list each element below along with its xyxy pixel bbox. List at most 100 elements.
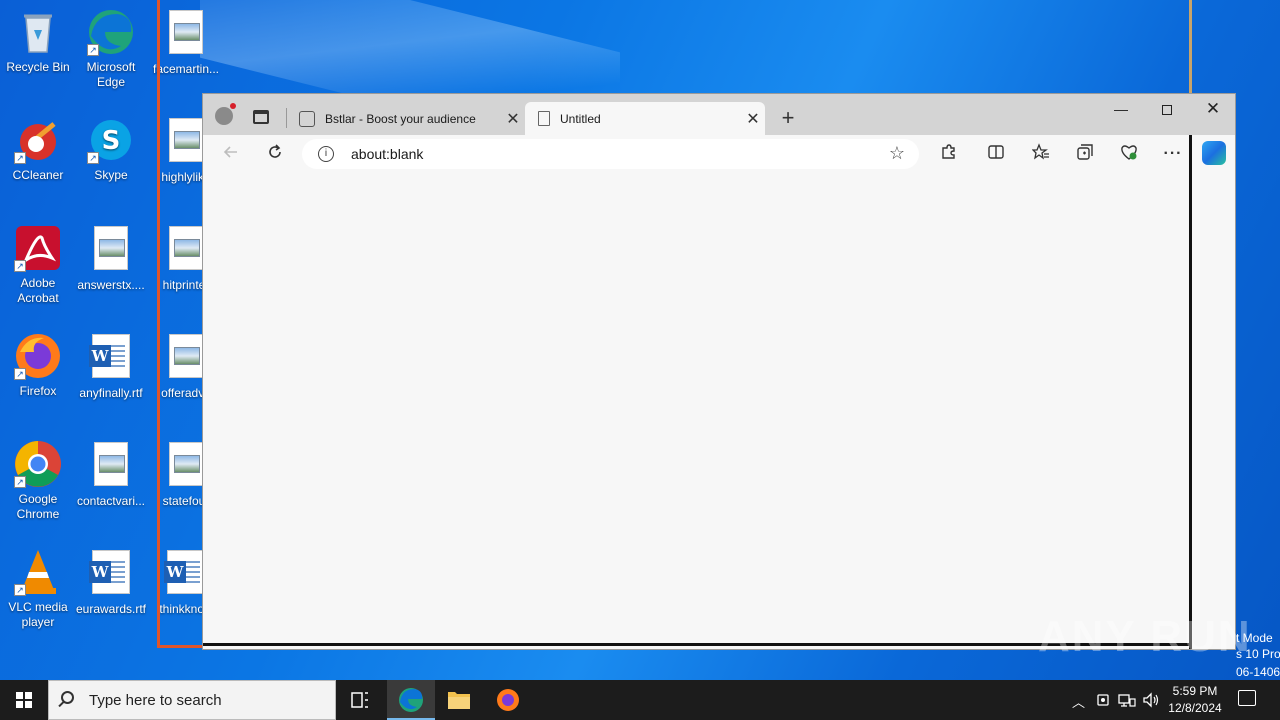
show-hidden-icons-chevron-icon[interactable]: ︿	[1072, 692, 1085, 711]
sidebar-pane	[1189, 135, 1235, 649]
maximize-button[interactable]	[1144, 94, 1190, 126]
clock-date: 12/8/2024	[1168, 701, 1222, 715]
desktop-icon-ccleaner[interactable]: ↗ CCleaner	[0, 116, 76, 183]
shortcut-arrow-icon: ↗	[14, 152, 26, 164]
svg-text:S: S	[102, 126, 121, 156]
shortcut-arrow-icon: ↗	[14, 584, 26, 596]
tab-title: Untitled	[560, 111, 601, 126]
ccleaner-icon: ↗	[14, 116, 62, 164]
edge-browser-window[interactable]: Bstlar - Boost your audience ✕ Untitled …	[202, 93, 1236, 650]
desktop-icon-label: answerstx....	[77, 278, 145, 292]
shortcut-arrow-icon: ↗	[87, 44, 99, 56]
copilot-icon[interactable]	[1202, 141, 1226, 165]
tab-bar: Bstlar - Boost your audience ✕ Untitled …	[203, 94, 1235, 135]
chat-favicon-icon	[299, 110, 315, 127]
taskbar-clock[interactable]: 5:59 PM 12/8/2024	[1162, 683, 1228, 717]
minimize-button[interactable]: —	[1098, 94, 1144, 126]
shortcut-arrow-icon: ↗	[14, 260, 26, 272]
navigation-toolbar: i about:blank ☆ ···	[203, 135, 1235, 173]
image-file-icon	[87, 226, 135, 274]
more-icon[interactable]: ···	[1161, 143, 1185, 165]
page-content-blank[interactable]	[203, 173, 1189, 643]
extensions-icon[interactable]	[936, 143, 960, 165]
tab-title: Bstlar - Boost your audience	[325, 111, 476, 126]
tab-close-icon[interactable]: ✕	[741, 109, 765, 129]
desktop-icon-microsoft-edge[interactable]: ↗ Microsoft Edge	[73, 8, 149, 90]
desktop-icon-google-chrome[interactable]: ↗ Google Chrome	[0, 440, 76, 522]
refresh-icon[interactable]	[263, 143, 287, 165]
shortcut-arrow-icon: ↗	[14, 368, 26, 380]
taskbar-file-explorer-button[interactable]	[435, 680, 483, 720]
word-document-icon: W	[87, 334, 135, 382]
volume-icon[interactable]	[1142, 692, 1160, 711]
start-button[interactable]	[0, 680, 48, 720]
desktop-icon-label: CCleaner	[12, 168, 64, 182]
tab-bstlar[interactable]: Bstlar - Boost your audience ✕	[289, 102, 525, 135]
desktop-icon-label: Recycle Bin	[6, 60, 70, 74]
tab-actions-icon[interactable]	[253, 110, 269, 124]
desktop-icon-vlc[interactable]: ↗ VLC media player	[0, 548, 76, 630]
skype-icon: S ↗	[87, 116, 135, 164]
taskbar-firefox-button[interactable]	[484, 680, 532, 720]
taskbar-search-box[interactable]: Type here to search	[48, 680, 336, 720]
profile-avatar-icon[interactable]	[215, 103, 236, 125]
tab-close-icon[interactable]: ✕	[501, 109, 525, 129]
system-text-edition: s 10 Pro	[1236, 647, 1280, 661]
shortcut-arrow-icon: ↗	[87, 152, 99, 164]
tab-separator	[286, 108, 287, 128]
desktop-icon-file[interactable]: contactvari...	[73, 440, 149, 509]
desktop-icon-file[interactable]: answerstx....	[73, 224, 149, 293]
system-text-build: 06-1406	[1236, 665, 1280, 679]
firefox-icon: ↗	[14, 332, 62, 380]
edge-icon: ↗	[87, 8, 135, 56]
notification-center-icon[interactable]	[1238, 690, 1256, 706]
search-icon	[61, 691, 74, 704]
desktop-icon-skype[interactable]: S ↗ Skype	[73, 116, 149, 183]
site-info-icon[interactable]: i	[318, 146, 334, 162]
shortcut-arrow-icon: ↗	[14, 476, 26, 488]
task-view-button[interactable]	[336, 680, 384, 720]
maximize-icon	[1162, 105, 1172, 116]
desktop-icon-label: Microsoft Edge	[86, 60, 136, 89]
desktop-icon-file[interactable]: W anyfinally.rtf	[73, 332, 149, 401]
close-window-button[interactable]: ✕	[1190, 94, 1236, 126]
selection-frame-bottom	[157, 645, 203, 648]
clock-time: 5:59 PM	[1172, 684, 1218, 698]
desktop-icon-label: VLC media player	[8, 600, 68, 629]
collections-icon[interactable]	[1073, 143, 1097, 165]
vlc-icon: ↗	[14, 548, 62, 596]
desktop-icon-file[interactable]: W eurawards.rtf	[73, 548, 149, 617]
desktop-icon-adobe-acrobat[interactable]: ↗ Adobe Acrobat	[0, 224, 76, 306]
search-placeholder: Type here to search	[89, 692, 222, 709]
desktop-icon-label: Skype	[94, 168, 128, 182]
tray-device-icon[interactable]	[1096, 692, 1110, 711]
favorite-star-icon[interactable]: ☆	[889, 143, 905, 164]
back-icon[interactable]	[219, 143, 243, 165]
window-edge-line	[1189, 0, 1192, 94]
desktop-icon-label: Firefox	[19, 384, 57, 398]
desktop-icon-label: eurawards.rtf	[75, 602, 147, 616]
chrome-icon: ↗	[14, 440, 62, 488]
favorites-icon[interactable]	[1029, 143, 1053, 165]
desktop-icon-recycle-bin[interactable]: Recycle Bin	[0, 8, 76, 75]
desktop-icon-label: contactvari...	[76, 494, 146, 508]
selection-frame-left	[157, 0, 160, 648]
address-bar[interactable]: i about:blank ☆	[302, 139, 919, 169]
word-document-icon: W	[87, 550, 135, 598]
desktop-icon-label: anyfinally.rtf	[79, 386, 143, 400]
new-tab-button[interactable]: +	[773, 104, 803, 134]
taskbar: Type here to search ︿ 5:59 PM 12/8/2024	[0, 680, 1280, 720]
image-file-icon	[87, 442, 135, 490]
browser-essentials-icon[interactable]	[1117, 143, 1141, 165]
split-screen-icon[interactable]	[984, 143, 1008, 165]
desktop-icon-label: Adobe Acrobat	[17, 276, 59, 305]
taskbar-edge-button[interactable]	[387, 680, 435, 720]
anyrun-watermark: ANY RUN	[1038, 612, 1252, 661]
network-icon[interactable]	[1118, 692, 1136, 711]
windows-logo-icon	[16, 692, 23, 699]
address-url: about:blank	[351, 146, 424, 162]
desktop-icon-firefox[interactable]: ↗ Firefox	[0, 332, 76, 399]
tab-untitled[interactable]: Untitled ✕	[525, 102, 765, 135]
image-file-icon	[162, 10, 210, 58]
page-favicon-icon	[538, 111, 550, 126]
